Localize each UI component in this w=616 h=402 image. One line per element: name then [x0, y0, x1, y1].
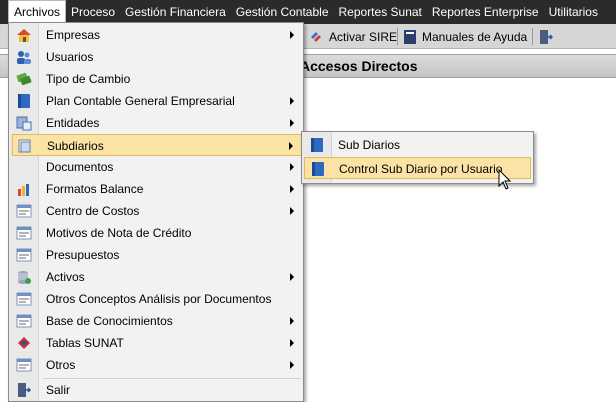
submenu-item-sub-diarios[interactable]: Sub Diarios [304, 134, 531, 156]
menu-gestion-financiera-label: Gestión Financiera [125, 5, 226, 19]
menu-item-label: Base de Conocimientos [46, 314, 173, 328]
menu-item-otros-conceptos[interactable]: Otros Conceptos Análisis por Documentos [12, 288, 302, 310]
submenu-arrow-icon [290, 185, 294, 193]
menu-item-label: Tablas SUNAT [46, 336, 124, 350]
book-icon [312, 162, 324, 176]
menu-item-salir[interactable]: Salir [12, 379, 302, 401]
menu-item-label: Presupuestos [46, 248, 120, 262]
menu-item-tablas-sunat[interactable]: Tablas SUNAT [12, 332, 302, 354]
submenu-arrow-icon [290, 361, 294, 369]
menu-item-otros[interactable]: Otros [12, 354, 302, 376]
menu-utilitarios[interactable]: Utilitarios [544, 0, 603, 24]
toolbar-separator [397, 28, 398, 45]
mouse-cursor-icon [498, 169, 512, 190]
menu-item-documentos[interactable]: Documentos [12, 156, 302, 178]
manuales-ayuda-button[interactable]: Manuales de Ayuda [403, 26, 527, 47]
form-icon [16, 314, 32, 328]
menu-item-label: Centro de Costos [46, 204, 140, 218]
menu-item-label: Empresas [46, 28, 101, 42]
sire-icon [311, 31, 321, 42]
chart-icon [18, 184, 29, 196]
exit-icon [18, 383, 32, 397]
menu-item-label: Documentos [46, 160, 114, 174]
menu-item-label: Usuarios [46, 50, 94, 64]
menu-item-plan-contable[interactable]: Plan Contable General Empresarial [12, 90, 302, 112]
submenu-arrow-icon [290, 31, 294, 39]
menu-item-subdiarios[interactable]: Subdiarios [12, 134, 302, 156]
submenu-arrow-icon [290, 273, 294, 281]
menu-archivos[interactable]: Archivos [8, 0, 67, 24]
submenu-arrow-icon [290, 119, 294, 127]
menu-item-label: Otros Conceptos Análisis por Documentos [46, 292, 272, 306]
menu-gestion-contable[interactable]: Gestión Contable [231, 0, 334, 24]
activar-sire-label: Activar SIRE [329, 29, 398, 44]
house-icon [17, 29, 31, 42]
submenu-arrow-icon [290, 163, 294, 171]
menu-reportes-sunat[interactable]: Reportes Sunat [334, 0, 427, 24]
menu-item-label: Subdiarios [47, 139, 104, 153]
book-icon [18, 94, 30, 108]
sunat-icon [18, 337, 30, 349]
entities-icon [16, 116, 32, 131]
menu-item-label: Entidades [46, 116, 100, 130]
activar-sire-button[interactable]: Activar SIRE [308, 26, 397, 47]
form-icon [16, 358, 32, 372]
menu-item-label: Plan Contable General Empresarial [46, 94, 235, 108]
menu-item-base-conocimientos[interactable]: Base de Conocimientos [12, 310, 302, 332]
form-icon [16, 248, 32, 262]
manuales-ayuda-label: Manuales de Ayuda [422, 29, 528, 44]
menu-item-label: Salir [46, 383, 71, 397]
menu-item-label: Formatos Balance [46, 182, 144, 196]
submenu-arrow-icon [290, 317, 294, 325]
menu-reportes-enterprise-label: Reportes Enterprise [431, 5, 539, 19]
archivos-dropdown: Empresas Usuarios Tipo de Cambio Plan Co… [8, 22, 304, 402]
menu-reportes-enterprise[interactable]: Reportes Enterprise [427, 0, 544, 24]
exchange-icon [16, 72, 32, 86]
menu-item-centro-de-costos[interactable]: Centro de Costos [12, 200, 302, 222]
panel-title: Accesos Directos [300, 58, 418, 74]
menu-item-tipo-de-cambio[interactable]: Tipo de Cambio [12, 68, 302, 90]
exit-door-icon [540, 29, 553, 44]
submenu-arrow-icon [290, 207, 294, 215]
book-icon [311, 138, 323, 152]
form-icon [16, 226, 32, 240]
manual-book-icon [404, 29, 416, 44]
submenu-arrow-icon [290, 339, 294, 347]
menu-item-label: Otros [46, 358, 76, 372]
form-icon [16, 292, 32, 306]
menubar: Archivos Proceso Gestión Financiera Gest… [0, 0, 616, 24]
menu-proceso-label: Proceso [71, 5, 116, 19]
menu-item-activos[interactable]: Activos [12, 266, 302, 288]
toolbar-separator [532, 28, 533, 45]
menu-item-formatos-balance[interactable]: Formatos Balance [12, 178, 302, 200]
submenu-item-label: Control Sub Diario por Usuario [339, 162, 503, 176]
menu-gestion-contable-label: Gestión Contable [235, 5, 329, 19]
menu-item-label: Motivos de Nota de Crédito [46, 226, 192, 240]
menu-utilitarios-label: Utilitarios [548, 5, 598, 19]
users-icon [17, 51, 31, 64]
menu-item-presupuestos[interactable]: Presupuestos [12, 244, 302, 266]
menu-item-empresas[interactable]: Empresas [12, 24, 302, 46]
database-icon [18, 271, 31, 284]
journal-icon [18, 139, 31, 153]
submenu-item-label: Sub Diarios [338, 138, 401, 152]
menu-reportes-sunat-label: Reportes Sunat [338, 5, 422, 19]
menu-item-motivos-nota-credito[interactable]: Motivos de Nota de Crédito [12, 222, 302, 244]
form-icon [16, 204, 32, 218]
menu-item-entidades[interactable]: Entidades [12, 112, 302, 134]
menu-item-label: Tipo de Cambio [46, 72, 131, 86]
submenu-item-control-sub-diario[interactable]: Control Sub Diario por Usuario [304, 157, 531, 179]
submenu-arrow-icon [290, 97, 294, 105]
submenu-arrow-icon [289, 142, 293, 150]
menu-proceso[interactable]: Proceso [66, 0, 120, 24]
menu-item-label: Activos [46, 270, 85, 284]
menu-archivos-label: Archivos [14, 5, 61, 19]
menu-gestion-financiera[interactable]: Gestión Financiera [120, 0, 231, 24]
menu-item-usuarios[interactable]: Usuarios [12, 46, 302, 68]
exit-toolbar-button[interactable] [539, 26, 553, 47]
